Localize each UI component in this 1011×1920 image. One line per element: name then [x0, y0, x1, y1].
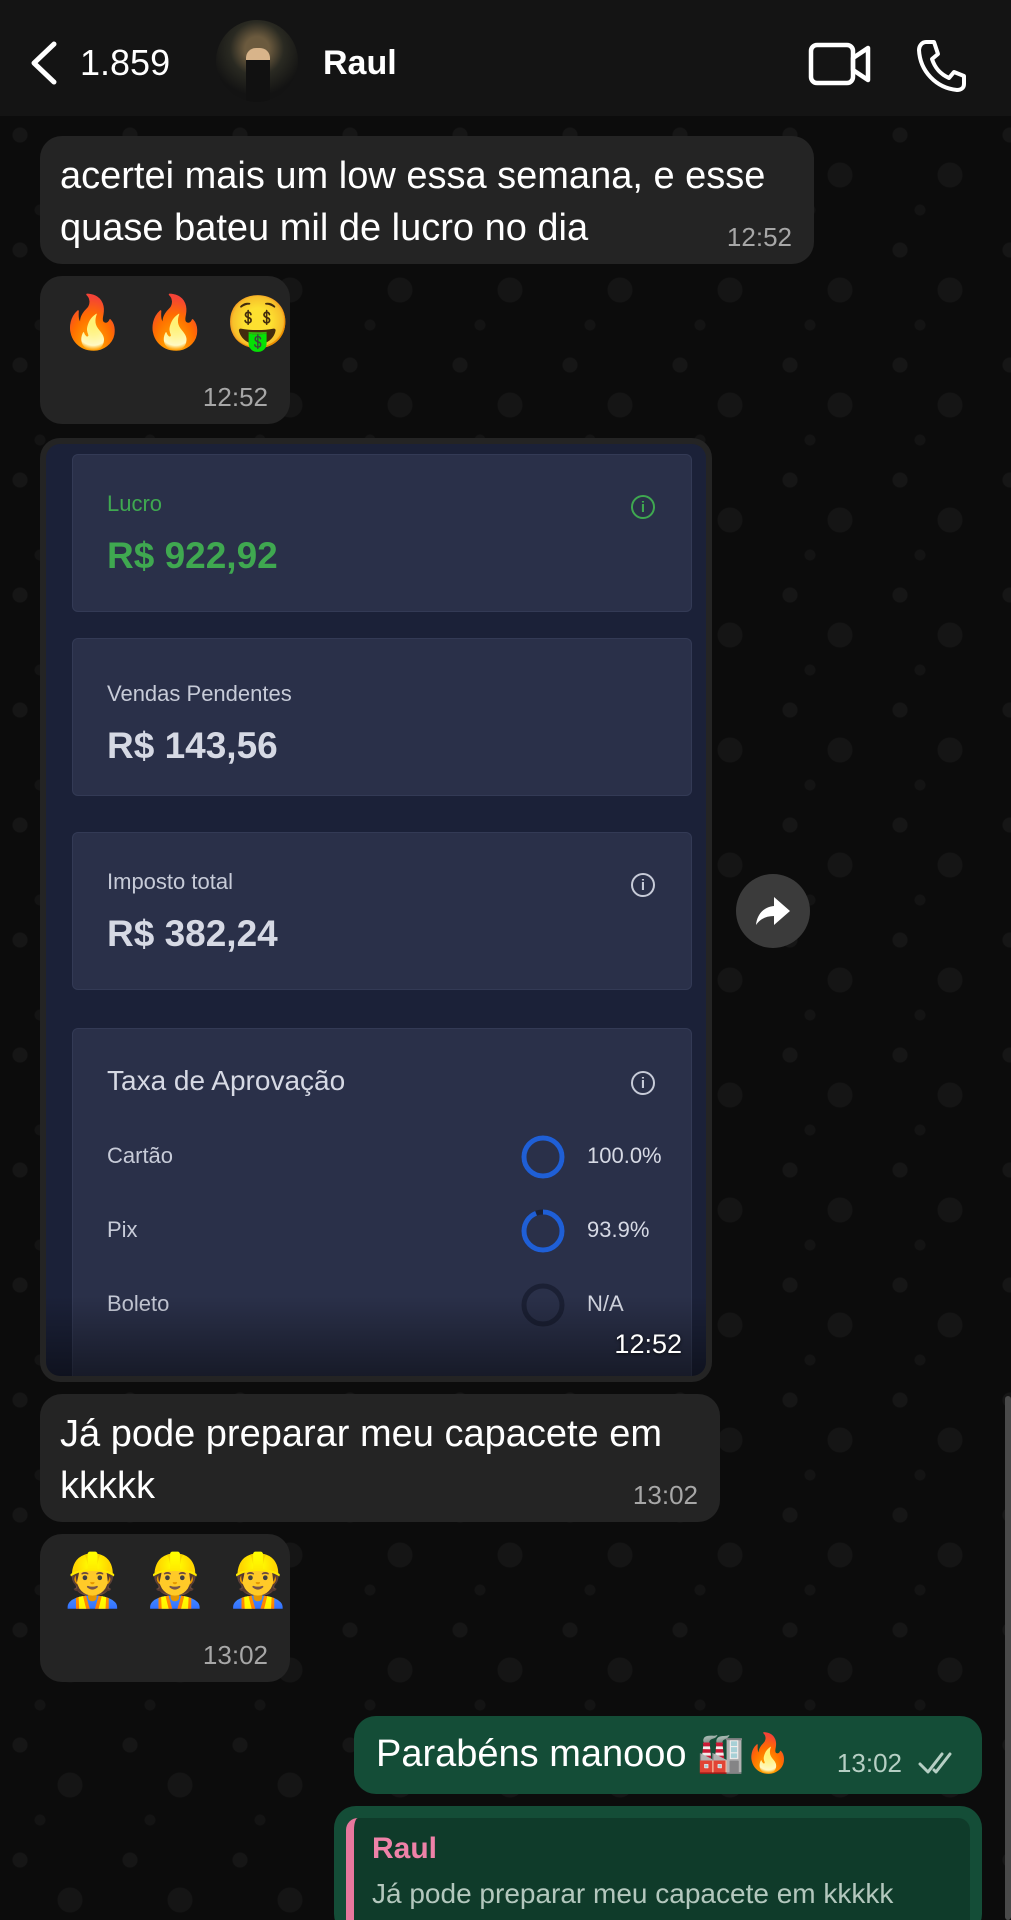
- profit-card: Lucro R$ 922,92 i: [72, 454, 692, 612]
- tax-value: R$ 382,24: [107, 913, 278, 954]
- info-icon: i: [631, 1071, 655, 1095]
- message-bubble[interactable]: 👷 👷 👷 13:02: [40, 1534, 290, 1682]
- back-button[interactable]: [26, 38, 66, 88]
- message-bubble[interactable]: 🔥 🔥 🤑 12:52: [40, 276, 290, 424]
- pending-value: R$ 143,56: [107, 725, 278, 766]
- profit-value: R$ 922,92: [107, 535, 278, 576]
- chat-header: 1.859 Raul: [0, 0, 1011, 116]
- video-camera-icon: [808, 42, 871, 86]
- rate-value: 100.0%: [587, 1143, 662, 1168]
- construction-worker-emoji: 👷: [225, 1552, 291, 1610]
- scrollbar[interactable]: [1005, 1396, 1011, 1920]
- chevron-left-icon: [31, 41, 57, 85]
- pending-label: Vendas Pendentes: [107, 681, 292, 706]
- rate-row: Cartão 100.0%: [107, 1133, 662, 1183]
- voice-call-button[interactable]: [916, 38, 966, 92]
- message-time: 13:02: [632, 1480, 698, 1510]
- image-message[interactable]: Lucro R$ 922,92 i Vendas Pendentes R$ 14…: [40, 438, 712, 1382]
- progress-ring: [521, 1209, 565, 1253]
- message-time: 13:02: [202, 1640, 268, 1670]
- outgoing-message-bubble[interactable]: Parabéns manooo 🏭🔥 13:02: [354, 1716, 982, 1794]
- approval-title: Taxa de Aprovação: [107, 1065, 346, 1096]
- profit-label: Lucro: [107, 491, 163, 516]
- avatar[interactable]: [216, 20, 298, 102]
- quoted-message[interactable]: Raul Já pode preparar meu capacete em kk…: [346, 1818, 970, 1920]
- outgoing-reply-bubble[interactable]: Raul Já pode preparar meu capacete em kk…: [334, 1806, 982, 1920]
- info-icon: i: [631, 873, 655, 897]
- info-icon: i: [631, 495, 655, 519]
- tax-label: Imposto total: [107, 869, 233, 894]
- message-time: 12:52: [202, 382, 268, 412]
- message-time: 12:52: [726, 222, 792, 252]
- emoji-row: 👷 👷 👷: [60, 1548, 290, 1614]
- video-call-button[interactable]: [808, 42, 872, 86]
- forward-button[interactable]: [736, 874, 810, 948]
- rate-row: Pix 93.9%: [107, 1207, 655, 1257]
- ring-arc: [521, 1209, 565, 1253]
- message-bubble[interactable]: acertei mais um low essa semana, e esse …: [40, 136, 814, 264]
- phone-icon: [917, 40, 966, 92]
- construction-worker-emoji: 👷: [142, 1552, 208, 1610]
- image-fade: [46, 1296, 706, 1376]
- fire-emoji: 🔥: [60, 294, 125, 352]
- rate-value: 93.9%: [587, 1217, 650, 1242]
- emoji-row: 🔥 🔥 🤑: [60, 290, 290, 356]
- message-text: acertei mais um low essa semana, e esse …: [60, 155, 766, 249]
- contact-name[interactable]: Raul: [323, 44, 397, 83]
- tax-card: Imposto total R$ 382,24 i: [72, 832, 692, 990]
- message-text: Já pode preparar meu capacete em kkkkk: [60, 1413, 663, 1507]
- message-time: 13:02: [836, 1748, 902, 1778]
- quoted-sender: Raul: [372, 1832, 438, 1865]
- unread-count[interactable]: 1.859: [80, 42, 170, 84]
- money-face-emoji: 🤑: [225, 294, 291, 352]
- ring-arc: [521, 1135, 565, 1179]
- fire-emoji: 🔥: [142, 294, 208, 352]
- read-receipt-icon: [918, 1752, 952, 1774]
- message-bubble[interactable]: Já pode preparar meu capacete em kkkkk 1…: [40, 1394, 720, 1522]
- quoted-text: Já pode preparar meu capacete em kkkkk: [372, 1878, 894, 1909]
- construction-worker-emoji: 👷: [60, 1552, 125, 1610]
- rate-label: Pix: [107, 1217, 138, 1242]
- pending-sales-card: Vendas Pendentes R$ 143,56: [72, 638, 692, 796]
- message-time: 12:52: [614, 1329, 682, 1359]
- rate-label: Cartão: [107, 1143, 174, 1168]
- progress-ring: [521, 1135, 565, 1179]
- dashboard-screenshot[interactable]: Lucro R$ 922,92 i Vendas Pendentes R$ 14…: [46, 444, 706, 1376]
- forward-arrow-icon: [756, 897, 790, 925]
